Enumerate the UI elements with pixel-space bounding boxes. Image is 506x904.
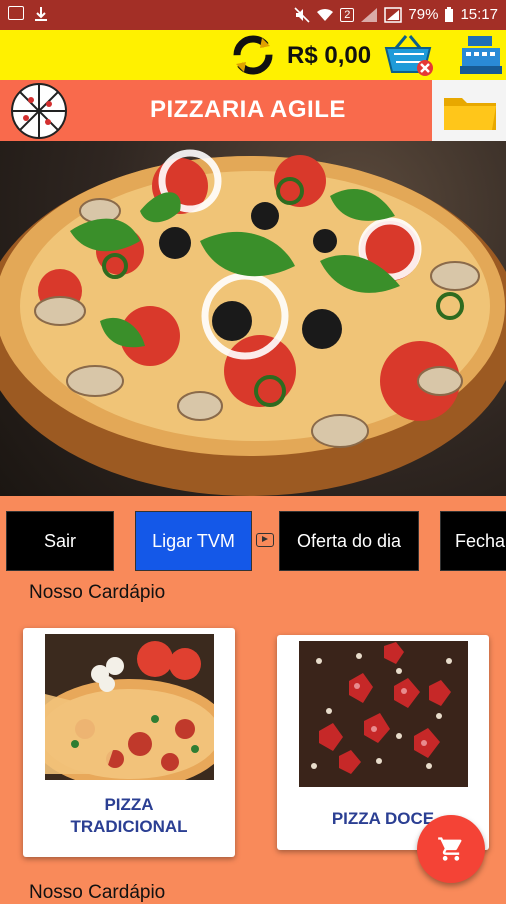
page-title: PIZZARIA AGILE: [150, 96, 346, 123]
youtube-icon: [256, 533, 274, 547]
cart-fab-button[interactable]: [417, 815, 485, 883]
cart-icon: [438, 837, 462, 861]
menu-card-pizza-tradicional[interactable]: PIZZA TRADICIONAL: [23, 628, 235, 857]
pizza-tradicional-label-line2: TRADICIONAL: [70, 817, 188, 836]
ligar-tvm-button-label: Ligar TVM: [152, 530, 235, 551]
battery-text: 79%: [408, 6, 439, 23]
hero-pizza-image: [0, 141, 506, 496]
mute-icon: [294, 6, 310, 23]
oferta-do-dia-button[interactable]: Oferta do dia: [279, 511, 419, 571]
refresh-icon[interactable]: [232, 34, 274, 76]
pizza-doce-image: [299, 641, 468, 787]
cash-register-icon[interactable]: [458, 34, 504, 76]
section-title: Nosso Cardápio: [29, 582, 166, 603]
section-title: Nosso Cardápio: [29, 882, 166, 903]
basket-icon[interactable]: [384, 32, 436, 78]
pizza-tradicional-label-line1: PIZZA: [104, 795, 154, 814]
oferta-do-dia-button-label: Oferta do dia: [296, 530, 402, 551]
balance-value: R$ 0,00: [287, 42, 372, 69]
clock: 15:17: [460, 6, 498, 23]
ligar-tvm-button[interactable]: Ligar TVM: [135, 511, 252, 571]
battery-icon: [445, 6, 454, 22]
pizza-logo-icon: [11, 83, 67, 139]
pizza-tradicional-image: [45, 634, 214, 780]
download-icon: [35, 7, 47, 21]
status-bar: 2 79% 15:17: [0, 0, 506, 30]
image-icon: [8, 6, 24, 20]
signal-icon: [361, 7, 378, 22]
sair-button-label: Sair: [43, 530, 76, 551]
wifi-icon: [317, 8, 334, 21]
fechar-button[interactable]: Fecha: [440, 511, 506, 571]
sair-button[interactable]: Sair: [6, 511, 114, 571]
fechar-button-label: Fecha: [455, 530, 506, 551]
sim-badge: 2: [340, 7, 355, 22]
signal-icon: [384, 6, 403, 23]
folder-icon[interactable]: [442, 92, 498, 132]
